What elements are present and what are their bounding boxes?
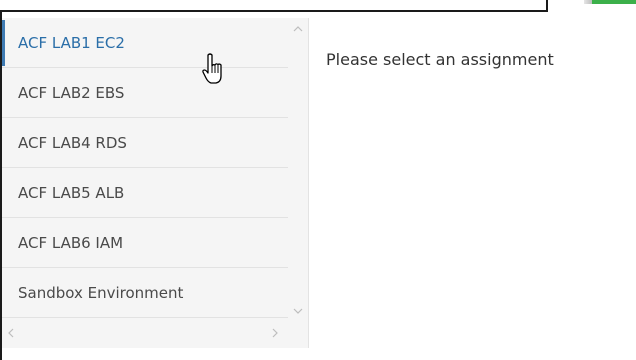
tab-shadow xyxy=(584,0,592,4)
chevron-left-icon[interactable] xyxy=(6,324,16,342)
sidebar-item-acf-lab1-ec2[interactable]: ACF LAB1 EC2 xyxy=(2,18,288,68)
sidebar-item-sandbox-environment[interactable]: Sandbox Environment xyxy=(2,268,288,318)
chevron-down-icon[interactable] xyxy=(289,306,307,316)
active-indicator xyxy=(2,20,5,66)
sidebar-item-label: Sandbox Environment xyxy=(18,284,184,302)
sidebar-item-label: ACF LAB2 EBS xyxy=(18,84,125,102)
sidebar-item-label: ACF LAB4 RDS xyxy=(18,134,127,152)
chevron-up-icon[interactable] xyxy=(289,24,307,34)
hand-pointer-icon xyxy=(202,53,222,84)
vertical-scrollbar[interactable] xyxy=(289,18,307,324)
sidebar-item-acf-lab6-iam[interactable]: ACF LAB6 IAM xyxy=(2,218,288,268)
sidebar-item-label: ACF LAB1 EC2 xyxy=(18,34,125,52)
sidebar-item-acf-lab2-ebs[interactable]: ACF LAB2 EBS xyxy=(2,68,288,118)
window-top-strip xyxy=(0,0,636,10)
empty-state-message: Please select an assignment xyxy=(326,50,554,69)
sidebar-item-acf-lab4-rds[interactable]: ACF LAB4 RDS xyxy=(2,118,288,168)
window-top-notch xyxy=(546,0,548,12)
assignment-sidebar: ACF LAB1 EC2 ACF LAB2 EBS ACF LAB4 RDS A… xyxy=(2,18,309,348)
horizontal-scrollbar[interactable] xyxy=(2,324,289,342)
green-tab[interactable] xyxy=(592,0,636,4)
sidebar-item-label: ACF LAB6 IAM xyxy=(18,234,124,252)
chevron-right-icon[interactable] xyxy=(270,324,280,342)
sidebar-item-acf-lab5-alb[interactable]: ACF LAB5 ALB xyxy=(2,168,288,218)
assignment-panel: ACF LAB1 EC2 ACF LAB2 EBS ACF LAB4 RDS A… xyxy=(0,12,636,360)
sidebar-item-label: ACF LAB5 ALB xyxy=(18,184,125,202)
